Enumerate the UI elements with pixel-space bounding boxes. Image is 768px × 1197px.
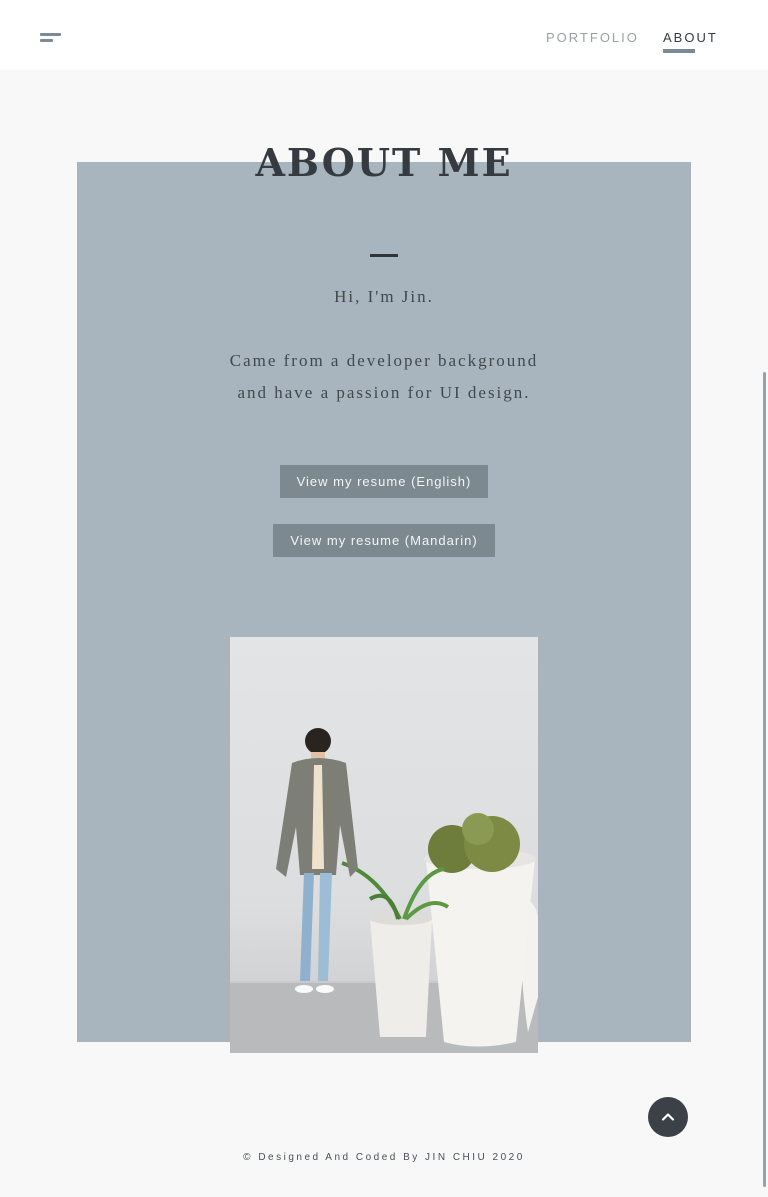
nav-about-link[interactable]: ABOUT (663, 30, 718, 45)
menu-icon[interactable] (40, 30, 62, 44)
title-divider (370, 254, 398, 257)
footer-credit: © Designed And Coded By JIN CHIU 2020 (243, 1152, 525, 1163)
scrollbar[interactable] (763, 372, 766, 1187)
page-title: ABOUT ME (255, 140, 513, 185)
resume-english-button[interactable]: View my resume (English) (280, 465, 488, 498)
resume-mandarin-button[interactable]: View my resume (Mandarin) (273, 524, 495, 557)
back-to-top-button[interactable] (648, 1097, 688, 1137)
nav-portfolio-link[interactable]: PORTFOLIO (546, 30, 639, 45)
chevron-up-icon (661, 1113, 675, 1121)
profile-photo (230, 637, 538, 1053)
bio-line-2: and have a passion for UI design. (237, 383, 531, 402)
bio-line-1: Came from a developer background (229, 351, 539, 370)
top-navigation-bar: PORTFOLIO ABOUT (0, 0, 768, 70)
greeting-text: Hi, I'm Jin. (334, 287, 434, 306)
active-nav-indicator (663, 49, 695, 53)
